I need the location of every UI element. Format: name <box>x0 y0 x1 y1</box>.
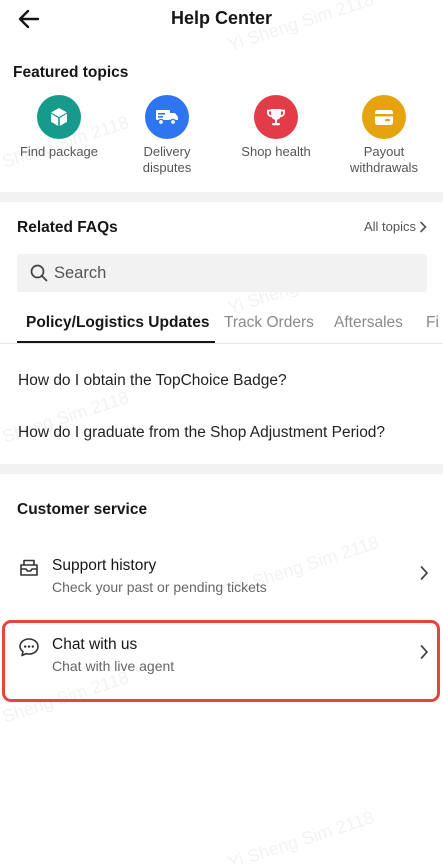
chevron-right-icon <box>420 566 429 580</box>
ticket-icon <box>20 559 38 576</box>
active-tab-indicator <box>17 341 215 343</box>
topic-label: Find package <box>19 144 99 159</box>
chevron-right-icon <box>420 221 427 232</box>
support-history-row[interactable]: Support history Check your past or pendi… <box>0 557 443 617</box>
trophy-icon <box>254 95 298 139</box>
topic-label: Shop health <box>241 144 311 159</box>
chat-bubble-icon <box>19 638 39 657</box>
watermark: Yi Sheng Sim 2118 <box>225 807 377 864</box>
tab-aftersales[interactable]: Aftersales <box>334 314 403 332</box>
page-title: Help Center <box>170 8 273 28</box>
customer-service-title: Customer service <box>17 501 148 518</box>
related-faqs-title: Related FAQs <box>17 219 118 236</box>
tab-more[interactable]: Fi <box>426 314 439 332</box>
search-placeholder: Search <box>54 263 107 282</box>
box-icon <box>37 95 81 139</box>
tab-track-orders[interactable]: Track Orders <box>224 314 314 332</box>
section-divider <box>0 464 443 474</box>
support-history-title: Support history <box>52 557 157 574</box>
all-topics-label: All topics <box>363 219 416 234</box>
tab-policy-logistics-updates[interactable]: Policy/Logistics Updates <box>26 314 209 332</box>
topic-shop-health[interactable]: Shop health <box>221 95 331 160</box>
faq-tabs: Policy/Logistics Updates Track Orders Af… <box>0 304 443 344</box>
wallet-icon <box>362 95 406 139</box>
faq-item[interactable]: How do I graduate from the Shop Adjustme… <box>18 424 385 442</box>
all-topics-link[interactable]: All topics <box>364 219 427 234</box>
chat-with-us-title: Chat with us <box>52 636 138 653</box>
topic-payout-withdrawals[interactable]: Payout withdrawals <box>329 95 439 176</box>
watermark: Yi Sheng Sim 2118 <box>0 387 132 453</box>
chat-with-us-subtitle: Chat with live agent <box>52 658 175 674</box>
topic-label: Delivery disputes <box>142 144 192 175</box>
chevron-right-icon <box>420 645 429 659</box>
chat-with-us-row[interactable]: Chat with us Chat with live agent <box>0 636 443 696</box>
topic-find-package[interactable]: Find package <box>4 95 114 160</box>
featured-topics-title: Featured topics <box>13 64 129 81</box>
section-divider <box>0 192 443 202</box>
support-history-subtitle: Check your past or pending tickets <box>52 579 267 595</box>
search-input[interactable]: Search <box>17 254 427 292</box>
topic-label: Payout withdrawals <box>350 144 418 175</box>
search-icon <box>30 264 48 282</box>
header: Help Center <box>0 0 443 44</box>
featured-topics: Find package Delivery disputes Shop heal… <box>0 95 443 185</box>
topic-delivery-disputes[interactable]: Delivery disputes <box>112 95 222 176</box>
truck-icon <box>145 95 189 139</box>
faq-item[interactable]: How do I obtain the TopChoice Badge? <box>18 372 287 390</box>
